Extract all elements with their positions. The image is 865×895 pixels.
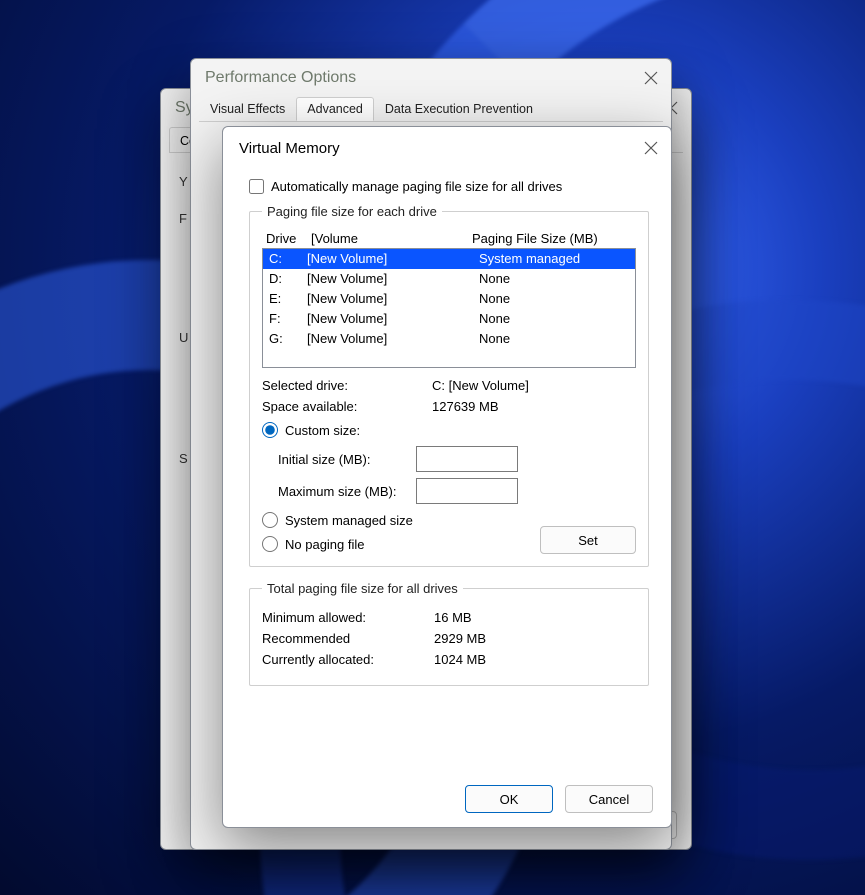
minimum-allowed-value: 16 MB: [434, 610, 636, 625]
drive-list[interactable]: C:[New Volume]System managedD:[New Volum…: [262, 248, 636, 368]
drive-paging-size: None: [479, 310, 629, 328]
drive-volume: [New Volume]: [307, 290, 479, 308]
minimum-allowed-row: Minimum allowed: 16 MB: [262, 610, 636, 625]
selected-drive-label: Selected drive:: [262, 378, 432, 393]
group-legend: Paging file size for each drive: [262, 204, 442, 219]
drive-row[interactable]: C:[New Volume]System managed: [263, 249, 635, 269]
total-paging-file-group: Total paging file size for all drives Mi…: [249, 581, 649, 686]
virtual-memory-body: Automatically manage paging file size fo…: [223, 169, 671, 712]
virtual-memory-title: Virtual Memory: [239, 140, 641, 157]
tab-visual-effects[interactable]: Visual Effects: [199, 97, 296, 121]
custom-size-radio[interactable]: [262, 422, 278, 438]
drive-volume: [New Volume]: [307, 250, 479, 268]
selected-drive-value: C: [New Volume]: [432, 378, 636, 393]
drive-row[interactable]: D:[New Volume]None: [263, 269, 635, 289]
drive-letter: G:: [269, 330, 307, 348]
auto-manage-checkbox[interactable]: [249, 179, 264, 194]
tab-dep[interactable]: Data Execution Prevention: [374, 97, 544, 121]
currently-allocated-label: Currently allocated:: [262, 652, 434, 667]
no-paging-file-label[interactable]: No paging file: [285, 537, 365, 552]
currently-allocated-row: Currently allocated: 1024 MB: [262, 652, 636, 667]
drive-volume: [New Volume]: [307, 270, 479, 288]
performance-options-tabs: Visual Effects Advanced Data Execution P…: [199, 97, 663, 121]
drive-letter: F:: [269, 310, 307, 328]
header-drive: Drive: [266, 231, 311, 246]
space-available-value: 127639 MB: [432, 399, 636, 414]
performance-options-title: Performance Options: [205, 69, 641, 87]
drive-letter: D:: [269, 270, 307, 288]
drive-paging-size: None: [479, 270, 629, 288]
drive-list-headers: Drive [Volume Paging File Size (MB): [266, 231, 632, 246]
close-icon[interactable]: [641, 68, 661, 88]
set-button[interactable]: Set: [540, 526, 636, 554]
drive-letter: E:: [269, 290, 307, 308]
space-available-row: Space available: 127639 MB: [262, 399, 636, 414]
group-legend: Total paging file size for all drives: [262, 581, 463, 596]
maximum-size-row: Maximum size (MB):: [278, 478, 636, 504]
ok-button[interactable]: OK: [465, 785, 553, 813]
drive-row[interactable]: F:[New Volume]None: [263, 309, 635, 329]
virtual-memory-footer: OK Cancel: [465, 785, 653, 813]
header-size: Paging File Size (MB): [472, 231, 632, 246]
system-managed-radio[interactable]: [262, 512, 278, 528]
custom-size-row: Custom size:: [262, 422, 636, 438]
recommended-row: Recommended 2929 MB: [262, 631, 636, 646]
drive-row[interactable]: E:[New Volume]None: [263, 289, 635, 309]
initial-size-label: Initial size (MB):: [278, 452, 416, 467]
virtual-memory-dialog: Virtual Memory Automatically manage pagi…: [222, 126, 672, 828]
recommended-value: 2929 MB: [434, 631, 636, 646]
no-paging-file-radio[interactable]: [262, 536, 278, 552]
paging-file-per-drive-group: Paging file size for each drive Drive [V…: [249, 204, 649, 567]
initial-size-input[interactable]: [416, 446, 518, 472]
system-managed-label[interactable]: System managed size: [285, 513, 413, 528]
drive-volume: [New Volume]: [307, 310, 479, 328]
drive-paging-size: None: [479, 290, 629, 308]
auto-manage-row: Automatically manage paging file size fo…: [249, 179, 649, 194]
close-icon[interactable]: [641, 138, 661, 158]
drive-letter: C:: [269, 250, 307, 268]
custom-size-label[interactable]: Custom size:: [285, 423, 360, 438]
tab-advanced[interactable]: Advanced: [296, 97, 374, 121]
drive-paging-size: None: [479, 330, 629, 348]
header-volume: [Volume: [311, 231, 472, 246]
selected-drive-row: Selected drive: C: [New Volume]: [262, 378, 636, 393]
cancel-button[interactable]: Cancel: [565, 785, 653, 813]
virtual-memory-titlebar: Virtual Memory: [223, 127, 671, 169]
tab-divider: [199, 121, 663, 122]
currently-allocated-value: 1024 MB: [434, 652, 636, 667]
maximum-size-input[interactable]: [416, 478, 518, 504]
recommended-label: Recommended: [262, 631, 434, 646]
space-available-label: Space available:: [262, 399, 432, 414]
drive-row[interactable]: G:[New Volume]None: [263, 329, 635, 349]
performance-options-titlebar: Performance Options: [191, 59, 671, 97]
drive-volume: [New Volume]: [307, 330, 479, 348]
minimum-allowed-label: Minimum allowed:: [262, 610, 434, 625]
maximum-size-label: Maximum size (MB):: [278, 484, 416, 499]
desktop-wallpaper: Syste Com Y F U S OK Cancel Apply Perfor…: [0, 0, 865, 895]
initial-size-row: Initial size (MB):: [278, 446, 636, 472]
auto-manage-label[interactable]: Automatically manage paging file size fo…: [271, 179, 562, 194]
drive-paging-size: System managed: [479, 250, 629, 268]
